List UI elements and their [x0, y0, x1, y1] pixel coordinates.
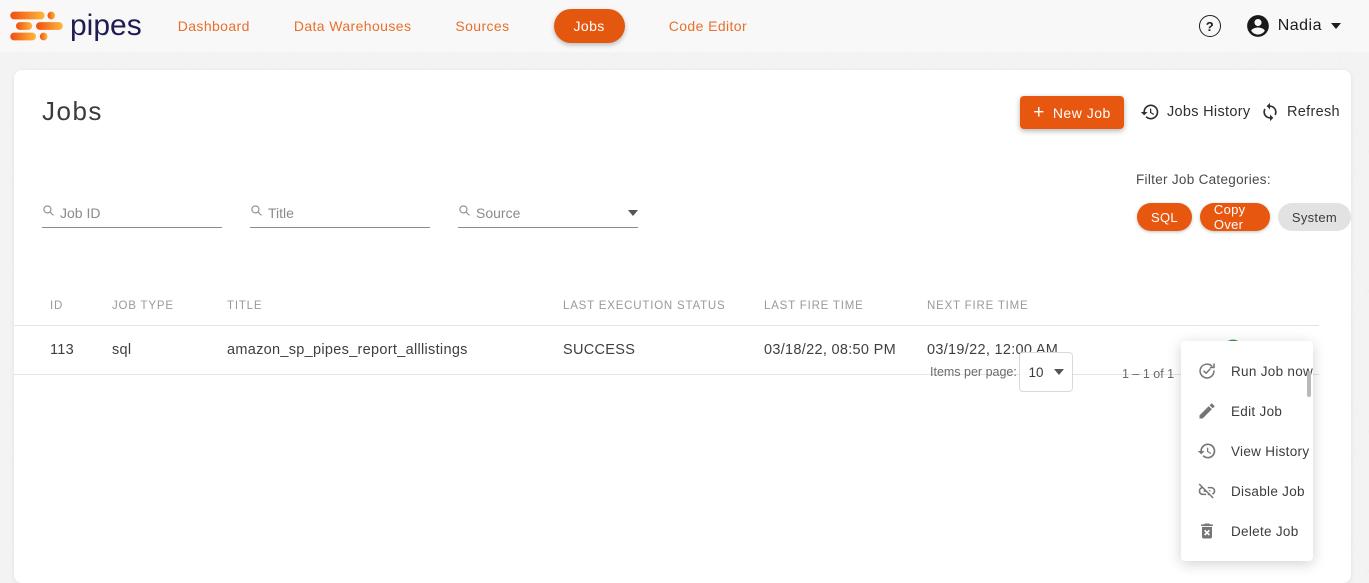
- main-nav: Dashboard Data Warehouses Sources Jobs C…: [178, 9, 747, 43]
- brand-logo[interactable]: pipes: [8, 5, 142, 47]
- nav-sources[interactable]: Sources: [455, 18, 509, 34]
- row-job-type: sql: [112, 342, 131, 358]
- brand-name: pipes: [70, 9, 142, 43]
- col-next-fire-time: NEXT FIRE TIME: [927, 300, 1029, 312]
- job-id-filter[interactable]: [42, 198, 222, 228]
- refresh-label: Refresh: [1287, 104, 1340, 120]
- page-title: Jobs: [42, 96, 103, 127]
- menu-scrollbar-thumb[interactable]: [1307, 371, 1311, 397]
- menu-item-delete-job[interactable]: Delete Job: [1181, 511, 1313, 551]
- topbar-right-group: ? Nadia: [1199, 0, 1341, 52]
- top-navigation-bar: pipes Dashboard Data Warehouses Sources …: [0, 0, 1369, 52]
- chip-system[interactable]: System: [1278, 203, 1351, 231]
- category-chips: SQL Copy Over System: [1137, 203, 1351, 231]
- run-job-icon: [1197, 361, 1217, 381]
- search-icon: [458, 204, 471, 217]
- menu-label: Delete Job: [1231, 524, 1299, 539]
- col-last-fire-time: LAST FIRE TIME: [764, 300, 864, 312]
- jobs-history-label: Jobs History: [1167, 104, 1250, 120]
- menu-item-edit-job[interactable]: Edit Job: [1181, 391, 1313, 431]
- title-input[interactable]: [268, 205, 430, 221]
- source-select[interactable]: [476, 205, 624, 221]
- chevron-down-icon: [1331, 23, 1341, 29]
- menu-item-view-history[interactable]: View History: [1181, 431, 1313, 471]
- new-job-label: New Job: [1053, 105, 1111, 121]
- chip-sql[interactable]: SQL: [1137, 203, 1192, 231]
- delete-job-icon: [1197, 521, 1217, 541]
- col-last-execution-status: LAST EXECUTION STATUS: [563, 300, 726, 312]
- disable-job-icon: [1197, 481, 1217, 501]
- avatar: [1245, 13, 1271, 39]
- nav-code-editor[interactable]: Code Editor: [669, 18, 747, 34]
- chevron-down-icon: [628, 210, 638, 216]
- history-icon: [1140, 102, 1160, 122]
- row-status: SUCCESS: [563, 342, 635, 358]
- nav-dashboard[interactable]: Dashboard: [178, 18, 250, 34]
- source-filter[interactable]: [458, 198, 638, 228]
- refresh-button[interactable]: Refresh: [1260, 102, 1340, 122]
- filter-categories-label: Filter Job Categories:: [1136, 172, 1271, 187]
- chip-copy-over[interactable]: Copy Over: [1200, 203, 1270, 231]
- search-icon: [250, 204, 263, 217]
- search-icon: [42, 204, 55, 217]
- row-last-fire-time: 03/18/22, 08:50 PM: [764, 342, 896, 358]
- menu-item-disable-job[interactable]: Disable Job: [1181, 471, 1313, 511]
- jobs-panel: Jobs + New Job Jobs History Refresh Filt…: [14, 70, 1351, 583]
- help-icon[interactable]: ?: [1199, 15, 1221, 37]
- col-job-type: JOB TYPE: [112, 300, 174, 312]
- view-history-icon: [1197, 441, 1217, 461]
- row-title: amazon_sp_pipes_report_alllistings: [227, 342, 468, 358]
- pagination-range: 1 – 1 of 1: [1122, 367, 1174, 381]
- row-context-menu: Run Job now Edit Job View History Disabl…: [1181, 341, 1313, 561]
- items-per-page-select[interactable]: 10: [1019, 352, 1073, 392]
- new-job-button[interactable]: + New Job: [1020, 96, 1124, 129]
- row-id: 113: [50, 342, 74, 358]
- refresh-icon: [1260, 102, 1280, 122]
- chevron-down-icon: [1054, 369, 1064, 375]
- menu-item-run-job-now[interactable]: Run Job now: [1181, 351, 1313, 391]
- user-name: Nadia: [1278, 17, 1322, 35]
- table-header: ID JOB TYPE TITLE LAST EXECUTION STATUS …: [14, 290, 1319, 326]
- jobs-history-button[interactable]: Jobs History: [1140, 102, 1250, 122]
- col-title: TITLE: [227, 300, 262, 312]
- menu-label: View History: [1231, 444, 1309, 459]
- nav-data-warehouses[interactable]: Data Warehouses: [294, 18, 412, 34]
- job-id-input[interactable]: [60, 205, 222, 221]
- pipes-logo-icon: [8, 5, 66, 47]
- menu-label: Run Job now: [1231, 364, 1313, 379]
- items-per-page-label: Items per page:: [930, 365, 1017, 379]
- items-per-page-value: 10: [1028, 365, 1043, 380]
- menu-label: Edit Job: [1231, 404, 1282, 419]
- col-id: ID: [50, 300, 63, 312]
- user-menu[interactable]: Nadia: [1245, 13, 1341, 39]
- plus-icon: +: [1033, 103, 1045, 122]
- menu-label: Disable Job: [1231, 484, 1305, 499]
- edit-icon: [1197, 401, 1217, 421]
- title-filter[interactable]: [250, 198, 430, 228]
- nav-jobs-active[interactable]: Jobs: [554, 9, 625, 43]
